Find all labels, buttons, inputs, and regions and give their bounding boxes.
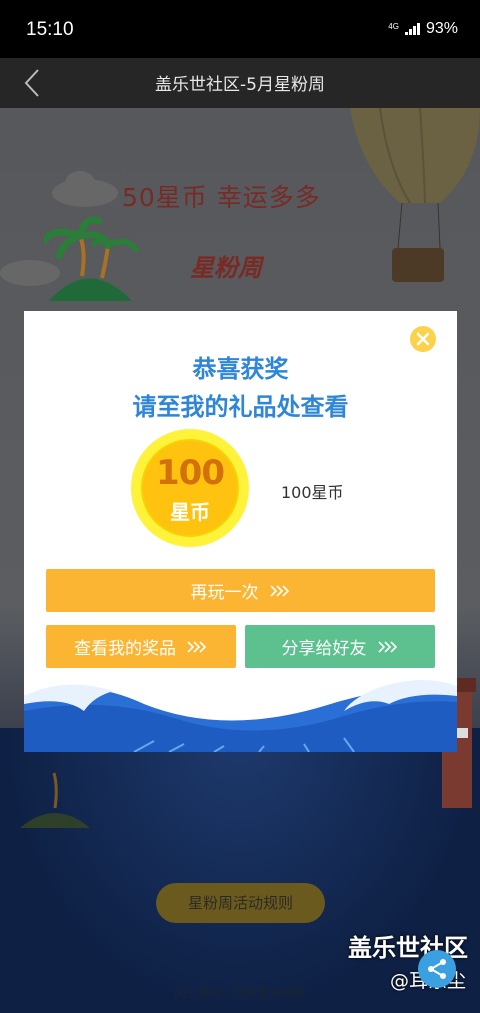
play-again-button[interactable]: 再玩一次 [46, 569, 435, 612]
background-logo: 星粉周 [190, 254, 262, 282]
battery-level: 93% [425, 20, 458, 37]
cloud-illustration [52, 171, 118, 207]
triple-chevron-right-icon [269, 584, 291, 598]
activity-rules-button[interactable]: 星粉周活动规则 [156, 883, 325, 923]
triple-chevron-right-icon [186, 640, 208, 654]
dialog-subtitle: 请至我的礼品处查看 [132, 393, 349, 421]
triple-chevron-right-icon [377, 640, 399, 654]
status-indicators: 4G 93% [388, 20, 458, 38]
wave-decoration [24, 680, 457, 752]
balloon-illustration [350, 108, 480, 282]
share-icon[interactable] [418, 950, 456, 988]
signal-icon [404, 23, 420, 35]
share-to-friends-label: 分享给好友 [281, 639, 367, 659]
share-to-friends-button[interactable]: 分享给好友 [245, 625, 435, 668]
status-time: 15:10 [26, 19, 74, 40]
coin-unit: 星币 [170, 500, 210, 524]
network-type: 4G [388, 22, 399, 31]
prize-label: 100星币 [281, 483, 344, 502]
coin-icon: 100 星币 [131, 429, 249, 547]
island-illustration [20, 772, 90, 828]
island-illustration [44, 216, 139, 301]
page-title: 盖乐世社区-5月星粉周 [155, 75, 325, 95]
view-my-prizes-label: 查看我的奖品 [74, 639, 176, 659]
dialog-title: 恭喜获奖 [192, 355, 289, 383]
status-bar: 15:10 4G 93% [0, 0, 480, 58]
coin-amount: 100 [156, 453, 225, 493]
play-again-label: 再玩一次 [190, 583, 259, 603]
prize-dialog: 恭喜获奖 请至我的礼品处查看 100 星币 100星币 再玩一次 查看我的奖品 … [24, 311, 457, 752]
view-my-prizes-button[interactable]: 查看我的奖品 [46, 625, 236, 668]
app-header: 盖乐世社区-5月星粉周 [0, 58, 480, 108]
background-headline: 50星币 幸运多多 [122, 183, 321, 212]
